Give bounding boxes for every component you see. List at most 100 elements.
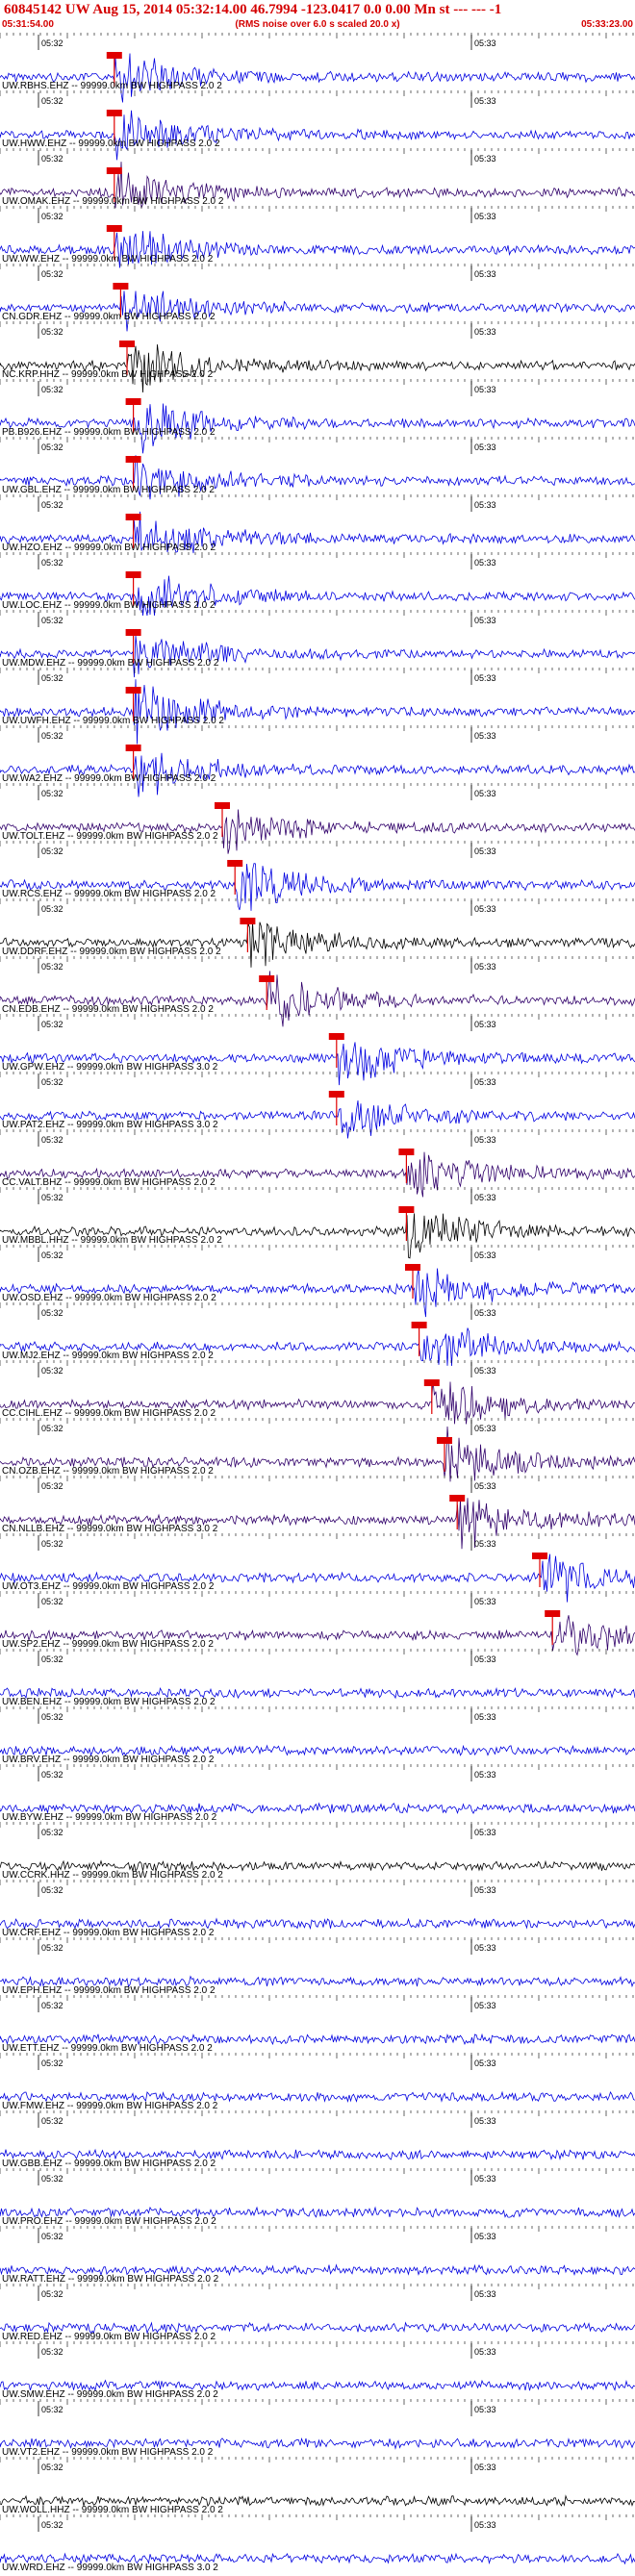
station-trace: 05:32 05:33 UW.CRF.EHZ -- 99999.0km BW HIG…	[0, 1880, 635, 1938]
station-trace: 05:32 05:33 UW.GBL.EHZ -- 99999.0km BW HIG…	[0, 437, 635, 500]
station-label: UW.EPH.EHZ -- 99999.0km BW HIGHPASS 2.0 …	[2, 1985, 216, 1996]
waveform-line	[0, 635, 635, 678]
tick-label-right: 05:33	[474, 2405, 496, 2414]
waveform-line	[0, 1151, 635, 1198]
station-label: CN.NLLB.EHZ -- 99999.0km BW HIGHPASS 3.0…	[2, 1524, 218, 1534]
station-trace: 05:32 05:33 UW.MDW.EHZ -- 99999.0km BW HIG…	[0, 610, 635, 678]
waveform-line	[0, 53, 635, 103]
tick-label-right: 05:33	[474, 1770, 496, 1780]
station-trace: 05:32 05:33 UW.SP2.EHZ -- 99999.0km BW HIG…	[0, 1591, 635, 1656]
tick-label-right: 05:33	[474, 789, 496, 798]
station-label: UW.MBBL.HHZ -- 99999.0km BW HIGHPASS 2.0…	[2, 1235, 222, 1246]
station-trace: 05:32 05:33 CN.EDB.EHZ -- 99999.0km BW HIG…	[0, 956, 635, 1027]
tick-label-right: 05:33	[474, 2289, 496, 2299]
tick-label-left: 05:32	[41, 1193, 64, 1202]
tick-label-left: 05:32	[41, 442, 64, 452]
tick-label-right: 05:33	[474, 327, 496, 337]
header: 60845142 UW Aug 15, 2014 05:32:14.00 46.…	[0, 0, 635, 35]
tick-label-left: 05:32	[41, 1424, 64, 1433]
station-trace: 05:32 05:33 UW.CCRK.HHZ -- 99999.0km BW HI…	[0, 1822, 635, 1881]
station-label: CN.OZB.EHZ -- 99999.0km BW HIGHPASS 2.0 …	[2, 1466, 214, 1477]
tick-label-left: 05:32	[41, 96, 64, 106]
station-label: UW.WRD.EHZ -- 99999.0km BW HIGHPASS 3.0 …	[2, 2563, 218, 2573]
tick-label-left: 05:32	[41, 1654, 64, 1664]
station-label: UW.SP2.EHZ -- 99999.0km BW HIGHPASS 2.0 …	[2, 1639, 214, 1650]
tick-label-left: 05:32	[41, 2174, 64, 2184]
station-trace: 05:32 05:33 PB.B926.EHZ -- 99999.0km BW HI…	[0, 379, 635, 454]
station-label: UW.RATT.EHZ -- 99999.0km BW HIGHPASS 2.0…	[2, 2274, 219, 2285]
tick-label-right: 05:33	[474, 2232, 496, 2241]
tick-label-left: 05:32	[41, 1250, 64, 1260]
tick-label-left: 05:32	[41, 38, 64, 48]
station-label: UW.OSD.EHZ -- 99999.0km BW HIGHPASS 2.0 …	[2, 1293, 216, 1303]
station-trace: 05:32 05:33 UW.OSD.EHZ -- 99999.0km BW HIG…	[0, 1245, 635, 1318]
tick-label-left: 05:32	[41, 2232, 64, 2241]
station-label: CN.GDR.EHZ -- 99999.0km BW HIGHPASS 2.0 …	[2, 312, 216, 322]
station-label: UW.SMW.EHZ -- 99999.0km BW HIGHPASS 2.0 …	[2, 2389, 218, 2400]
station-trace: 05:32 05:33 UW.RATT.EHZ -- 99999.0km BW HI…	[0, 2226, 635, 2285]
station-label: UW.PRO.EHZ -- 99999.0km BW HIGHPASS 2.0 …	[2, 2216, 216, 2227]
station-trace: 05:32 05:33 CN.GDR.EHZ -- 99999.0km BW HIG…	[0, 264, 635, 332]
tick-label-right: 05:33	[474, 1193, 496, 1202]
event-title: 60845142 UW Aug 15, 2014 05:32:14.00 46.…	[4, 2, 502, 17]
station-trace: 05:32 05:33 CN.OZB.EHZ -- 99999.0km BW HIG…	[0, 1418, 635, 1482]
tick-label-right: 05:33	[474, 1539, 496, 1549]
station-label: UW.UWFH.EHZ -- 99999.0km BW HIGHPASS 2.0…	[2, 716, 224, 726]
tick-label-left: 05:32	[41, 385, 64, 394]
station-label: UW.RED.EHZ -- 99999.0km BW HIGHPASS 2.0 …	[2, 2332, 216, 2342]
station-label: UW.OT3.EHZ -- 99999.0km BW HIGHPASS 2.0 …	[2, 1581, 215, 1592]
tick-label-left: 05:32	[41, 2116, 64, 2126]
tick-label-left: 05:32	[41, 558, 64, 568]
tick-label-left: 05:32	[41, 1885, 64, 1895]
tick-label-right: 05:33	[474, 1077, 496, 1087]
station-trace: 05:32 05:33 UW.OMAK.EHZ -- 99999.0km BW HI…	[0, 148, 635, 209]
tick-label-left: 05:32	[41, 673, 64, 683]
station-trace: 05:32 05:33 UW.LOC.EHZ -- 99999.0km BW HIG…	[0, 552, 635, 617]
station-label: UW.RCS.EHZ -- 99999.0km BW HIGHPASS 2.0 …	[2, 889, 216, 899]
tick-label-left: 05:32	[41, 1135, 64, 1145]
station-label: UW.PAT2.EHZ -- 99999.0km BW HIGHPASS 3.0…	[2, 1120, 218, 1130]
tick-label-left: 05:32	[41, 269, 64, 279]
station-label: UW.BYW.EHZ -- 99999.0km BW HIGHPASS 2.0 …	[2, 1812, 217, 1823]
tick-label-right: 05:33	[474, 2116, 496, 2126]
station-trace: 05:32 05:33 UW.RED.EHZ -- 99999.0km BW HIG…	[0, 2284, 635, 2342]
station-trace: 05:32 05:33 UW.GPW.EHZ -- 99999.0km BW HIG…	[0, 1014, 635, 1086]
tick-label-right: 05:33	[474, 673, 496, 683]
station-trace: 05:32 05:33 UW.EPH.EHZ -- 99999.0km BW HIG…	[0, 1937, 635, 1996]
tick-label-right: 05:33	[474, 212, 496, 221]
station-trace: 05:32 05:33 CC.VALT.BHZ -- 99999.0km BW HI…	[0, 1129, 635, 1198]
station-trace: 05:32 05:33 UW.RBHS.EHZ -- 99999.0km BW HI…	[0, 33, 635, 103]
tick-label-left: 05:32	[41, 1712, 64, 1722]
tick-label-right: 05:33	[474, 1135, 496, 1145]
tick-label-right: 05:33	[474, 1885, 496, 1895]
station-trace: 05:32 05:33 UW.BEN.EHZ -- 99999.0km BW HIG…	[0, 1649, 635, 1707]
tick-label-right: 05:33	[474, 269, 496, 279]
station-trace: 05:32 05:33 CC.CIHL.EHZ -- 99999.0km BW HI…	[0, 1360, 635, 1425]
station-label: UW.TOLT.EHZ -- 99999.0km BW HIGHPASS 2.0…	[2, 831, 218, 842]
tick-label-right: 05:33	[474, 1481, 496, 1491]
tick-label-right: 05:33	[474, 96, 496, 106]
station-label: CC.VALT.BHZ -- 99999.0km BW HIGHPASS 2.0…	[2, 1177, 216, 1188]
tick-label-left: 05:32	[41, 2058, 64, 2068]
tick-label-right: 05:33	[474, 1597, 496, 1606]
station-trace: 05:32 05:33 UW.UWFH.EHZ -- 99999.0km BW HI…	[0, 668, 635, 745]
station-label: UW.BEN.EHZ -- 99999.0km BW HIGHPASS 2.0 …	[2, 1697, 216, 1707]
station-label: UW.RBHS.EHZ -- 99999.0km BW HIGHPASS 2.0…	[2, 81, 222, 91]
tick-label-left: 05:32	[41, 1481, 64, 1491]
tick-label-left: 05:32	[41, 1020, 64, 1029]
tick-label-right: 05:33	[474, 385, 496, 394]
tick-label-left: 05:32	[41, 212, 64, 221]
seismogram-page: 60845142 UW Aug 15, 2014 05:32:14.00 46.…	[0, 0, 635, 2576]
station-trace: 05:32 05:33 UW.HWW.EHZ -- 99999.0km BW HIG…	[0, 90, 635, 161]
tick-label-right: 05:33	[474, 731, 496, 741]
tick-label-left: 05:32	[41, 1828, 64, 1837]
tick-label-right: 05:33	[474, 558, 496, 568]
waveform-line	[0, 921, 635, 968]
tick-label-right: 05:33	[474, 846, 496, 856]
station-label: UW.DDRF.EHZ -- 99999.0km BW HIGHPASS 2.0…	[2, 947, 221, 957]
tick-label-right: 05:33	[474, 2058, 496, 2068]
waveform-line	[0, 863, 635, 911]
station-label: CC.CIHL.EHZ -- 99999.0km BW HIGHPASS 2.0…	[2, 1408, 216, 1419]
tick-label-right: 05:33	[474, 616, 496, 625]
station-trace: 05:32 05:33 UW.HZO.EHZ -- 99999.0km BW HIG…	[0, 494, 635, 554]
